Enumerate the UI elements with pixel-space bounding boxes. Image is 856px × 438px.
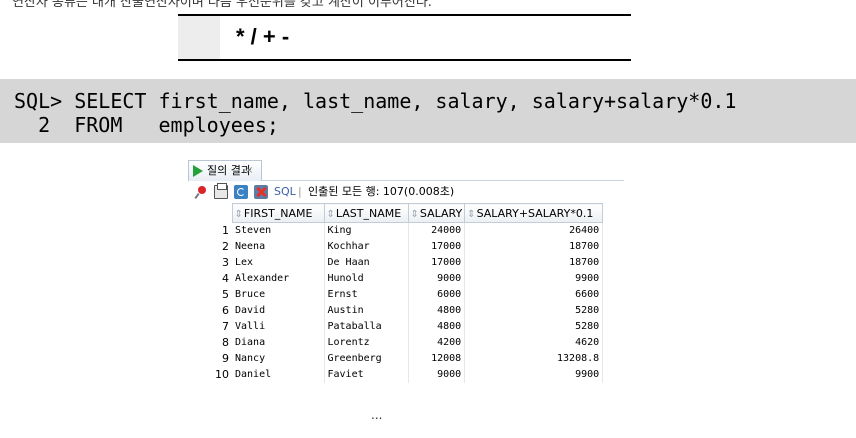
column-header-label: FIRST_NAME [243,206,313,220]
operator-table: * / + - [178,14,631,61]
row-number[interactable]: 4 [188,271,232,287]
sort-icon: ⇕ [467,208,476,220]
cell-salary[interactable]: 4800 [408,318,466,335]
operator-table-label-cell [178,16,220,59]
table-row[interactable]: 4 Alexander Hunold 9000 9900 [188,270,604,287]
row-number[interactable]: 10 [188,367,232,383]
sql-command-block: SQL> SELECT first_name, last_name, salar… [0,79,856,143]
row-number[interactable]: 1 [188,223,232,239]
table-row[interactable]: 3 Lex De Haan 17000 18700 [188,254,604,271]
cell-last-name[interactable]: Hunold [324,270,409,287]
cell-salary[interactable]: 9000 [408,270,466,287]
row-number[interactable]: 8 [188,335,232,351]
table-row[interactable]: 2 Neena Kochhar 17000 18700 [188,238,604,255]
table-row[interactable]: 6 David Austin 4800 5280 [188,302,604,319]
table-row[interactable]: 9 Nancy Greenberg 12008 13208.8 [188,350,604,367]
row-number[interactable]: 3 [188,255,232,271]
cell-salary-calc[interactable]: 26400 [464,222,604,239]
column-header-label: SALARY+SALARY*0.1 [476,206,594,220]
sql-line-2: 2 FROM employees; [14,113,279,137]
cell-last-name[interactable]: Kochhar [324,238,409,255]
tab-query-result[interactable]: 질의 결과 × [188,160,262,181]
header-note: 연산자 종류는 대개 산술연산자이며 다음 우선순위를 갖고 계산이 이루어진다… [12,0,432,9]
column-header-first-name[interactable]: ⇕FIRST_NAME [231,203,325,223]
column-header-last-name[interactable]: ⇕LAST_NAME [323,203,409,223]
refresh-icon[interactable] [234,185,248,199]
table-row[interactable]: 7 Valli Pataballa 4800 5280 [188,318,604,335]
cell-salary[interactable]: 9000 [408,366,466,383]
cell-salary[interactable]: 17000 [408,254,466,271]
cell-salary[interactable]: 4200 [408,334,466,351]
cell-salary[interactable]: 12008 [408,350,466,367]
cell-salary-calc[interactable]: 4620 [464,334,604,351]
cancel-icon[interactable] [254,185,268,199]
cell-last-name[interactable]: Lorentz [324,334,409,351]
row-number[interactable]: 5 [188,287,232,303]
run-icon [193,165,203,177]
cell-salary-calc[interactable]: 18700 [464,238,604,255]
results-tabbar: 질의 결과 × [188,160,624,181]
cell-last-name[interactable]: De Haan [324,254,409,271]
column-header-label: LAST_NAME [335,206,402,220]
cell-salary-calc[interactable]: 13208.8 [464,350,604,367]
cell-first-name[interactable]: Alexander [232,270,325,287]
results-toolbar: SQL | 인출된 모든 행: 107(0.008초) [188,182,624,202]
cell-first-name[interactable]: Nancy [232,350,325,367]
sql-button[interactable]: SQL [274,182,296,202]
print-icon[interactable] [214,183,228,199]
cell-first-name[interactable]: Neena [232,238,325,255]
cell-last-name[interactable]: Faviet [324,366,409,383]
cell-salary-calc[interactable]: 6600 [464,286,604,303]
results-grid: ⇕FIRST_NAME ⇕LAST_NAME ⇕SALARY ⇕SALARY+S… [188,203,604,383]
toolbar-separator: | [298,185,302,198]
row-number[interactable]: 9 [188,351,232,367]
query-results-panel: 질의 결과 × SQL | 인출된 모든 행: 107(0.008초) ⇕FIR… [188,160,624,424]
close-icon[interactable]: × [245,161,253,181]
row-number[interactable]: 6 [188,303,232,319]
table-row[interactable]: 10 Daniel Faviet 9000 9900 [188,366,604,383]
sort-icon: ⇕ [234,208,243,220]
cell-salary-calc[interactable]: 9900 [464,270,604,287]
cell-salary-calc[interactable]: 18700 [464,254,604,271]
cell-salary[interactable]: 24000 [408,222,466,239]
cell-salary-calc[interactable]: 5280 [464,318,604,335]
operator-list: * / + - [236,24,290,49]
cell-salary-calc[interactable]: 9900 [464,366,604,383]
cell-last-name[interactable]: Austin [324,302,409,319]
grid-header-row: ⇕FIRST_NAME ⇕LAST_NAME ⇕SALARY ⇕SALARY+S… [188,203,604,223]
row-number[interactable]: 7 [188,319,232,335]
cell-first-name[interactable]: Daniel [232,366,325,383]
pin-icon[interactable] [194,185,208,199]
cell-last-name[interactable]: Pataballa [324,318,409,335]
cell-first-name[interactable]: Steven [232,222,325,239]
cell-first-name[interactable]: David [232,302,325,319]
sort-icon: ⇕ [326,208,335,220]
table-row[interactable]: 5 Bruce Ernst 6000 6600 [188,286,604,303]
cell-first-name[interactable]: Lex [232,254,325,271]
cell-salary[interactable]: 17000 [408,238,466,255]
cell-last-name[interactable]: Ernst [324,286,409,303]
table-row[interactable]: 8 Diana Lorentz 4200 4620 [188,334,604,351]
cell-last-name[interactable]: King [324,222,409,239]
row-number-header [188,203,232,223]
cell-salary-calc[interactable]: 5280 [464,302,604,319]
cell-salary[interactable]: 4800 [408,302,466,319]
column-header-label: SALARY [419,206,463,220]
table-row[interactable]: 1 Steven King 24000 26400 [188,222,604,239]
sql-line-1: SQL> SELECT first_name, last_name, salar… [14,89,737,113]
cell-first-name[interactable]: Diana [232,334,325,351]
cell-first-name[interactable]: Bruce [232,286,325,303]
cell-salary[interactable]: 6000 [408,286,466,303]
column-header-salary[interactable]: ⇕SALARY [407,203,466,223]
cell-last-name[interactable]: Greenberg [324,350,409,367]
more-rows-indicator: ... [371,408,383,422]
cell-first-name[interactable]: Valli [232,318,325,335]
fetch-status: 인출된 모든 행: 107(0.008초) [308,185,455,198]
row-number[interactable]: 2 [188,239,232,255]
sort-icon: ⇕ [410,208,419,220]
column-header-salary-calc[interactable]: ⇕SALARY+SALARY*0.1 [464,203,604,223]
